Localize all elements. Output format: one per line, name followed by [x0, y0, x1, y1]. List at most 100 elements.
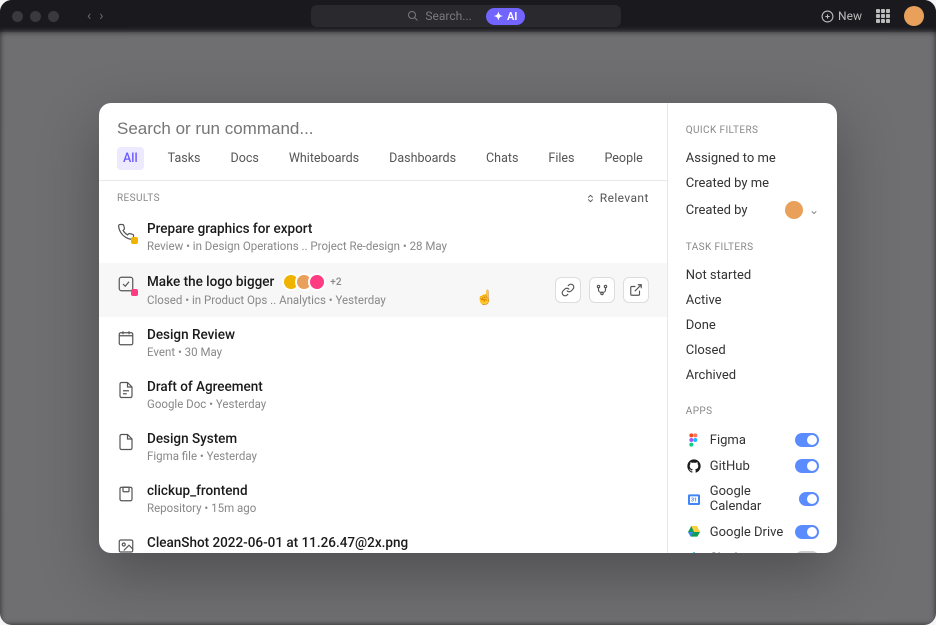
app-toggle[interactable]	[795, 459, 819, 473]
github-icon	[686, 458, 702, 474]
assignee-stack: +2	[282, 273, 341, 291]
tab-files[interactable]: Files	[542, 147, 580, 170]
result-body: Design SystemFigma file • Yesterday	[147, 431, 649, 463]
task-filter[interactable]: Active	[686, 288, 819, 313]
phone-task-icon	[117, 223, 135, 241]
app-gdrive: Google Drive	[686, 519, 819, 545]
result-item[interactable]: clickup_frontend Repository • 15m ago	[99, 473, 667, 525]
global-search-placeholder: Search...	[425, 9, 471, 23]
results-header: RESULTS Relevant	[99, 181, 667, 211]
quick-filter-label: Created by	[686, 203, 748, 218]
tab-chats[interactable]: Chats	[480, 147, 524, 170]
result-actions	[555, 277, 649, 303]
link-icon	[561, 283, 575, 297]
app-label: Google Calendar	[710, 484, 791, 514]
result-meta: Review • in Design Operations .. Project…	[147, 239, 649, 253]
close-dot[interactable]	[12, 11, 23, 22]
apps-grid-icon[interactable]	[876, 9, 890, 23]
results-list: Prepare graphics for export Review • in D…	[99, 211, 667, 553]
plus-circle-icon	[821, 10, 834, 23]
link-button[interactable]	[555, 277, 581, 303]
task-filter[interactable]: Archived	[686, 363, 819, 388]
tab-tasks[interactable]: Tasks	[162, 147, 207, 170]
ai-label: AI	[507, 10, 518, 23]
branch-icon	[595, 283, 609, 297]
calendar-event-icon	[117, 329, 135, 347]
command-main: All Tasks Docs Whiteboards Dashboards Chats Fi…	[99, 103, 668, 553]
result-title: clickup_frontend	[147, 483, 649, 499]
tab-all[interactable]: All	[117, 147, 144, 170]
result-meta: Google Doc • Yesterday	[147, 397, 649, 411]
command-search-row	[99, 103, 667, 147]
new-button[interactable]: New	[821, 9, 862, 23]
result-meta: Repository • 15m ago	[147, 501, 649, 515]
quick-filter[interactable]: Assigned to me	[686, 146, 819, 171]
figma-file-icon	[117, 433, 135, 451]
app-figma: Figma	[686, 427, 819, 453]
user-avatar[interactable]	[904, 6, 924, 26]
tab-people[interactable]: People	[599, 147, 649, 170]
titlebar: ‹ › Search... ✦ AI New	[0, 0, 936, 32]
app-toggle[interactable]	[795, 525, 819, 539]
ai-sparkle-icon: ✦	[494, 10, 503, 23]
app-toggle[interactable]	[795, 433, 819, 447]
task-filter[interactable]: Closed	[686, 338, 819, 363]
global-search[interactable]: Search... ✦ AI	[311, 5, 621, 27]
result-meta: Event • 30 May	[147, 345, 649, 359]
svg-text:31: 31	[691, 498, 697, 504]
app-toggle[interactable]	[799, 492, 819, 506]
nav-forward-icon[interactable]: ›	[99, 8, 103, 24]
image-icon	[117, 537, 135, 553]
ai-pill[interactable]: ✦ AI	[486, 8, 526, 25]
sort-button[interactable]: Relevant	[585, 191, 649, 205]
result-item[interactable]: Prepare graphics for export Review • in D…	[99, 211, 667, 263]
new-label: New	[838, 9, 862, 23]
minimize-dot[interactable]	[30, 11, 41, 22]
nav-back-icon[interactable]: ‹	[87, 8, 91, 24]
app-gcal: 31 Google Calendar	[686, 479, 819, 519]
repo-icon	[117, 485, 135, 503]
tab-whiteboards[interactable]: Whiteboards	[283, 147, 365, 170]
tab-dashboards[interactable]: Dashboards	[383, 147, 462, 170]
status-dot	[131, 237, 138, 244]
traffic-lights	[12, 11, 59, 22]
app-label: Figma	[710, 433, 746, 448]
filter-avatar	[785, 201, 803, 219]
task-filter[interactable]: Done	[686, 313, 819, 338]
branch-button[interactable]	[589, 277, 615, 303]
search-icon	[407, 10, 419, 22]
result-body: Design ReviewEvent • 30 May	[147, 327, 649, 359]
sort-icon	[585, 193, 596, 204]
result-body: Prepare graphics for export Review • in D…	[147, 221, 649, 253]
figma-icon	[686, 432, 702, 448]
command-search-input[interactable]	[117, 119, 649, 139]
maximize-dot[interactable]	[48, 11, 59, 22]
gdrive-icon	[686, 524, 702, 540]
result-item[interactable]: Design ReviewEvent • 30 May	[99, 317, 667, 369]
result-meta: Figma file • Yesterday	[147, 449, 649, 463]
result-title: Draft of Agreement	[147, 379, 649, 395]
command-palette: All Tasks Docs Whiteboards Dashboards Chats Fi…	[99, 103, 837, 553]
app-github: GitHub	[686, 453, 819, 479]
task-filter[interactable]: Not started	[686, 263, 819, 288]
result-item[interactable]: CleanShot 2022-06-01 at 11.26.47@2x.pngI…	[99, 525, 667, 553]
open-icon	[629, 283, 643, 297]
gcal-icon: 31	[686, 491, 702, 507]
app-toggle[interactable]	[795, 551, 819, 553]
quick-filter[interactable]: Created by me	[686, 171, 819, 196]
result-item[interactable]: Make the logo bigger+2Closed • in Produc…	[99, 263, 667, 317]
sort-label: Relevant	[600, 191, 649, 205]
check-task-icon	[117, 275, 135, 293]
result-item[interactable]: Draft of Agreement Google Doc • Yesterday	[99, 369, 667, 421]
result-body: clickup_frontend Repository • 15m ago	[147, 483, 649, 515]
open-button[interactable]	[623, 277, 649, 303]
result-title: Prepare graphics for export	[147, 221, 649, 237]
gdoc-icon	[117, 381, 135, 399]
quick-filter[interactable]: Created by⌄	[686, 196, 819, 224]
app-label: Slack	[710, 551, 741, 554]
app-label: Google Drive	[710, 525, 783, 540]
titlebar-right: New	[821, 6, 924, 26]
result-item[interactable]: Design SystemFigma file • Yesterday	[99, 421, 667, 473]
tab-docs[interactable]: Docs	[224, 147, 264, 170]
nav-arrows: ‹ ›	[87, 8, 103, 24]
